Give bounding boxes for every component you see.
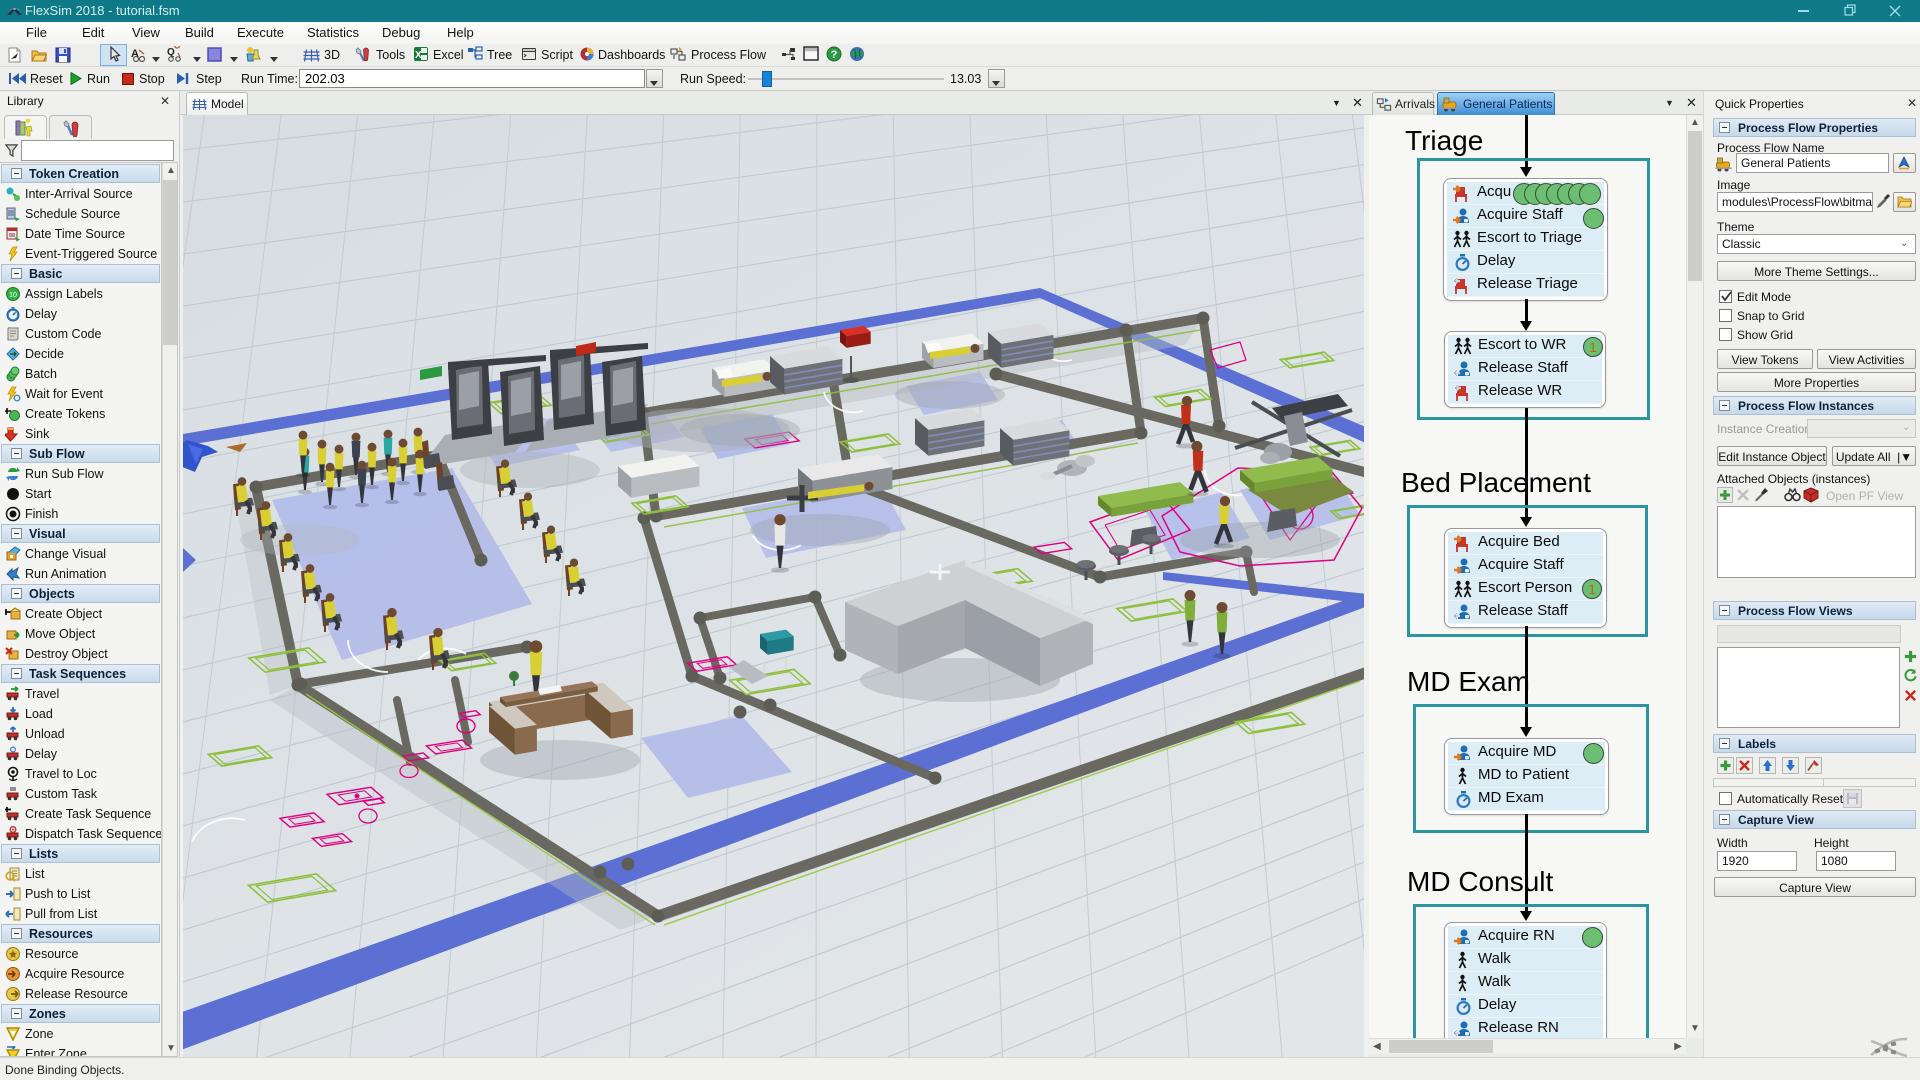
svg-text:X: X [415, 50, 422, 61]
svg-text:10: 10 [9, 292, 17, 299]
svg-text:?: ? [831, 49, 838, 61]
